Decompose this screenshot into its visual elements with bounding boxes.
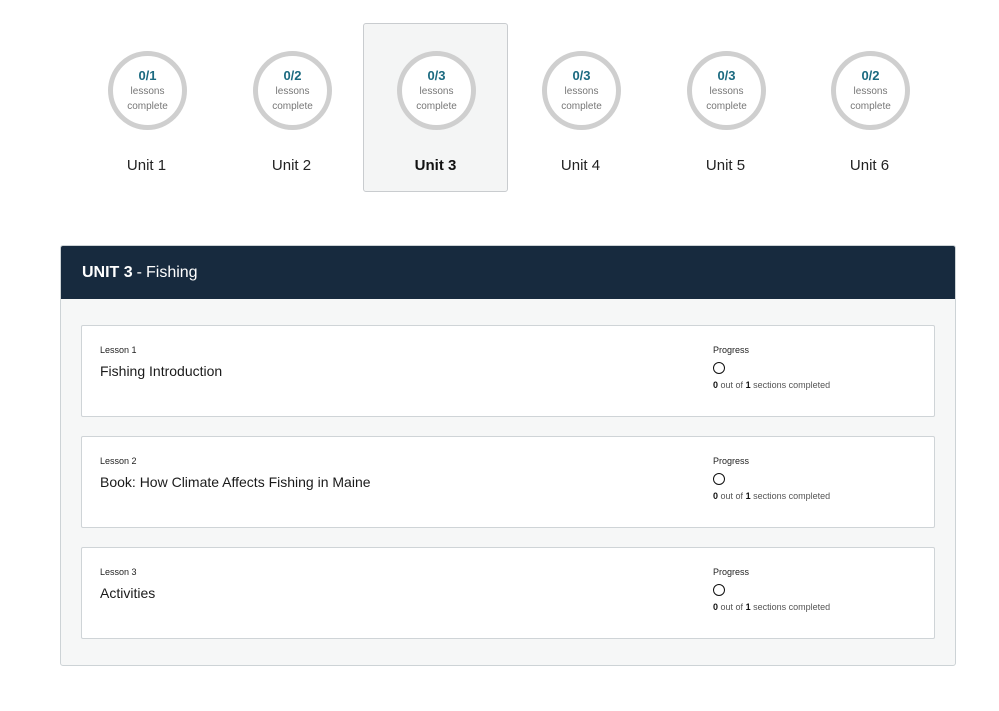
- progress-circle-icon: [713, 473, 725, 485]
- unit-lesson-count: 0/1: [138, 68, 157, 83]
- progress-label: Progress: [713, 567, 750, 577]
- out-of-text: out of: [720, 602, 744, 612]
- progress-summary: 0 out of 1 sections completed: [713, 380, 943, 390]
- lesson-title[interactable]: Activities: [100, 585, 155, 601]
- unit-code: UNIT 3: [82, 264, 133, 281]
- lesson-number: Lesson 2: [100, 456, 137, 466]
- sections-completed-text: sections completed: [753, 380, 831, 390]
- progress-circle-icon: [713, 584, 725, 596]
- sections-total-count: 1: [745, 602, 751, 612]
- unit-progress-ring: 0/2 lessons complete: [253, 51, 332, 130]
- unit-progress-ring: 0/3 lessons complete: [397, 51, 476, 130]
- lesson-card-1[interactable]: Lesson 1 Fishing Introduction Progress 0…: [81, 325, 935, 417]
- lesson-progress: Progress 0 out of 1 sections completed: [713, 345, 943, 390]
- unit-progress-ring: 0/2 lessons complete: [831, 51, 910, 130]
- out-of-text: out of: [720, 380, 744, 390]
- progress-summary: 0 out of 1 sections completed: [713, 602, 943, 612]
- sections-completed-count: 0: [713, 380, 719, 390]
- unit-ring-label-line2: complete: [416, 101, 457, 112]
- unit-lesson-count: 0/3: [427, 68, 446, 83]
- unit-lesson-count: 0/3: [572, 68, 591, 83]
- lesson-progress: Progress 0 out of 1 sections completed: [713, 567, 943, 612]
- sections-completed-text: sections completed: [753, 602, 831, 612]
- unit-ring-label-line1: lessons: [130, 86, 165, 97]
- progress-label: Progress: [713, 456, 750, 466]
- lesson-title[interactable]: Fishing Introduction: [100, 363, 222, 379]
- unit-panel-header: UNIT 3- Fishing: [61, 246, 955, 299]
- lesson-card-2[interactable]: Lesson 2 Book: How Climate Affects Fishi…: [81, 436, 935, 528]
- lesson-list: Lesson 1 Fishing Introduction Progress 0…: [61, 299, 955, 639]
- unit-tab-2[interactable]: 0/2 lessons complete Unit 2: [219, 23, 364, 192]
- unit-ring-label-line1: lessons: [564, 86, 599, 97]
- unit-ring-label-line2: complete: [127, 101, 168, 112]
- progress-circle-icon: [713, 362, 725, 374]
- page: 0/1 lessons complete Unit 1 0/2 lessons …: [0, 0, 999, 711]
- unit-lesson-count: 0/3: [717, 68, 736, 83]
- unit-name: Unit 3: [414, 157, 457, 174]
- progress-summary: 0 out of 1 sections completed: [713, 491, 943, 501]
- unit-name: Unit 2: [271, 157, 312, 174]
- unit-title-separator: -: [136, 264, 142, 281]
- lesson-number: Lesson 3: [100, 567, 137, 577]
- unit-tab-6[interactable]: 0/2 lessons complete Unit 6: [797, 23, 942, 192]
- unit-tab-5[interactable]: 0/3 lessons complete Unit 5: [653, 23, 798, 192]
- unit-progress-ring: 0/1 lessons complete: [108, 51, 187, 130]
- sections-completed-count: 0: [713, 602, 719, 612]
- unit-ring-label-line2: complete: [850, 101, 891, 112]
- progress-label: Progress: [713, 345, 750, 355]
- unit-title: Fishing: [146, 264, 198, 281]
- out-of-text: out of: [720, 491, 744, 501]
- unit-ring-label-line1: lessons: [275, 86, 310, 97]
- lesson-card-3[interactable]: Lesson 3 Activities Progress 0 out of 1 …: [81, 547, 935, 639]
- sections-completed-text: sections completed: [753, 491, 831, 501]
- sections-total-count: 1: [745, 380, 751, 390]
- unit-ring-label-line1: lessons: [709, 86, 744, 97]
- unit-name: Unit 1: [126, 157, 167, 174]
- unit-lesson-count: 0/2: [283, 68, 302, 83]
- unit-lesson-count: 0/2: [861, 68, 880, 83]
- unit-progress-ring: 0/3 lessons complete: [687, 51, 766, 130]
- unit-tab-1[interactable]: 0/1 lessons complete Unit 1: [74, 23, 219, 192]
- sections-total-count: 1: [745, 491, 751, 501]
- lesson-title[interactable]: Book: How Climate Affects Fishing in Mai…: [100, 474, 371, 490]
- unit-ring-label-line2: complete: [561, 101, 602, 112]
- unit-tab-3[interactable]: 0/3 lessons complete Unit 3: [363, 23, 508, 192]
- unit-progress-ring: 0/3 lessons complete: [542, 51, 621, 130]
- unit-tab-4[interactable]: 0/3 lessons complete Unit 4: [508, 23, 653, 192]
- unit-ring-label-line1: lessons: [419, 86, 454, 97]
- unit-panel: UNIT 3- Fishing Lesson 1 Fishing Introduc…: [60, 245, 956, 666]
- sections-completed-count: 0: [713, 491, 719, 501]
- unit-name: Unit 5: [705, 157, 746, 174]
- unit-name: Unit 4: [560, 157, 601, 174]
- unit-ring-label-line2: complete: [272, 101, 313, 112]
- lesson-progress: Progress 0 out of 1 sections completed: [713, 456, 943, 501]
- unit-name: Unit 6: [849, 157, 890, 174]
- unit-selector: 0/1 lessons complete Unit 1 0/2 lessons …: [74, 23, 943, 192]
- lesson-number: Lesson 1: [100, 345, 137, 355]
- unit-ring-label-line2: complete: [706, 101, 747, 112]
- unit-ring-label-line1: lessons: [853, 86, 888, 97]
